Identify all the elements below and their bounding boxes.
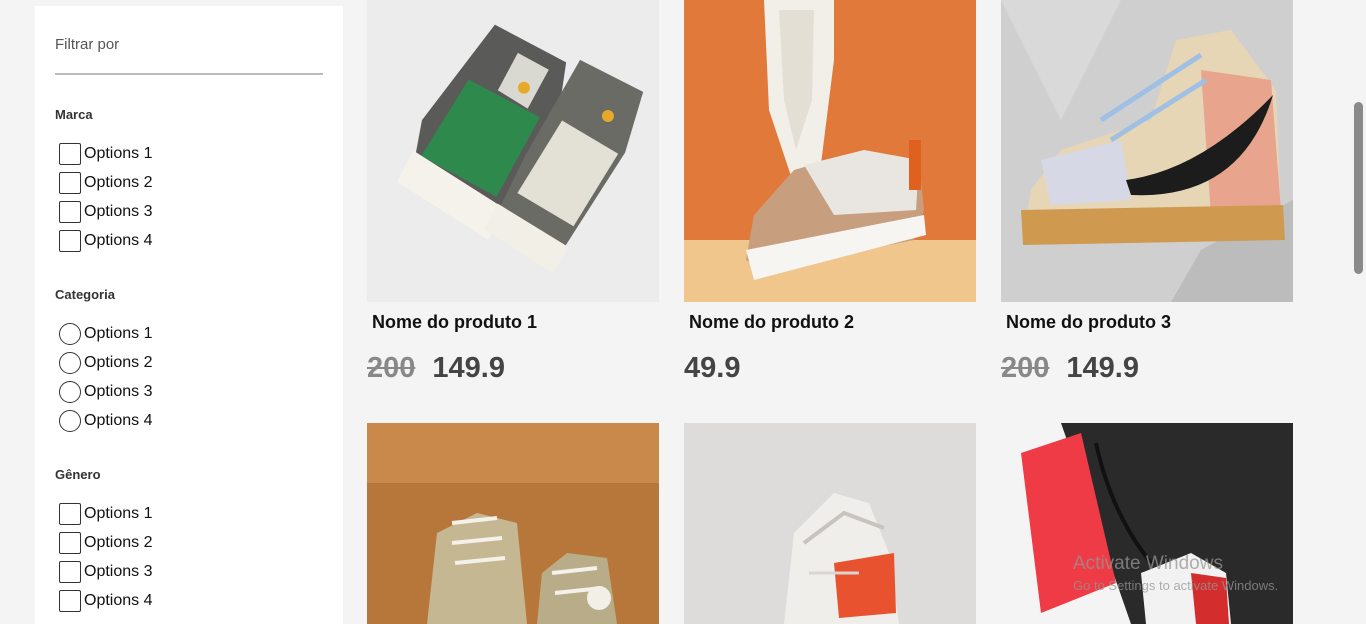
page: Filtrar por Marca Options 1 Options 2 Op… xyxy=(0,0,1366,624)
marca-option-1[interactable]: Options 1 xyxy=(59,139,323,168)
option-label: Options 4 xyxy=(84,231,153,249)
option-label: Options 1 xyxy=(84,504,153,522)
checkbox[interactable] xyxy=(59,171,81,194)
old-price: 200 xyxy=(367,352,416,384)
product-name[interactable]: Nome do produto 3 xyxy=(1006,312,1293,334)
checkbox[interactable] xyxy=(59,589,81,612)
product-card-2[interactable]: Nome do produto 2 49.9 xyxy=(684,0,976,385)
watermark-subtitle: Go to Settings to activate Windows. xyxy=(1073,578,1279,593)
watermark-title: Activate Windows xyxy=(1073,553,1223,574)
current-price: 149.9 xyxy=(1066,352,1139,384)
product-image-1[interactable] xyxy=(367,0,659,302)
categoria-option-1[interactable]: Options 1 xyxy=(59,319,323,348)
windows-activation-watermark: Activate Windows Go to Settings to activ… xyxy=(1073,553,1278,593)
checkbox[interactable] xyxy=(59,502,81,525)
product-card-4[interactable] xyxy=(367,423,659,624)
radio-button[interactable] xyxy=(59,351,81,374)
option-label: Options 3 xyxy=(84,382,153,400)
filter-group-title-categoria: Categoria xyxy=(55,287,115,302)
price-row: 200 149.9 xyxy=(1001,352,1293,385)
marca-option-3[interactable]: Options 3 xyxy=(59,197,323,226)
genero-option-1[interactable]: Options 1 xyxy=(59,499,323,528)
product-image-2[interactable] xyxy=(684,0,976,302)
marca-option-2[interactable]: Options 2 xyxy=(59,168,323,197)
checkbox[interactable] xyxy=(59,531,81,554)
checkbox[interactable] xyxy=(59,560,81,583)
product-card-3[interactable]: Nome do produto 3 200 149.9 xyxy=(1001,0,1293,385)
price-row: 200 149.9 xyxy=(367,352,659,385)
checkbox[interactable] xyxy=(59,142,81,165)
option-label: Options 2 xyxy=(84,533,153,551)
radio-button[interactable] xyxy=(59,380,81,403)
current-price: 49.9 xyxy=(684,352,741,384)
filter-group-title-genero: Gênero xyxy=(55,467,101,482)
product-name[interactable]: Nome do produto 2 xyxy=(689,312,976,334)
radio-button[interactable] xyxy=(59,322,81,345)
scrollbar-thumb[interactable] xyxy=(1354,102,1363,274)
product-image-5[interactable] xyxy=(684,423,976,624)
option-label: Options 1 xyxy=(84,324,153,342)
current-price: 149.9 xyxy=(432,352,505,384)
product-name[interactable]: Nome do produto 1 xyxy=(372,312,659,334)
categoria-option-2[interactable]: Options 2 xyxy=(59,348,323,377)
radio-button[interactable] xyxy=(59,409,81,432)
option-label: Options 1 xyxy=(84,144,153,162)
old-price: 200 xyxy=(1001,352,1050,384)
option-label: Options 2 xyxy=(84,353,153,371)
filter-title: Filtrar por xyxy=(55,36,323,75)
option-label: Options 3 xyxy=(84,202,153,220)
categoria-option-4[interactable]: Options 4 xyxy=(59,406,323,435)
genero-option-3[interactable]: Options 3 xyxy=(59,557,323,586)
genero-option-2[interactable]: Options 2 xyxy=(59,528,323,557)
product-image-6[interactable] xyxy=(1001,423,1293,624)
product-image-4[interactable] xyxy=(367,423,659,624)
price-row: 49.9 xyxy=(684,352,976,385)
option-label: Options 4 xyxy=(84,591,153,609)
product-image-3[interactable] xyxy=(1001,0,1293,302)
product-card-5[interactable] xyxy=(684,423,976,624)
product-card-6[interactable] xyxy=(1001,423,1293,624)
categoria-option-3[interactable]: Options 3 xyxy=(59,377,323,406)
vertical-scrollbar[interactable] xyxy=(1351,0,1366,624)
genero-option-4[interactable]: Options 4 xyxy=(59,586,323,615)
product-card-1[interactable]: Nome do produto 1 200 149.9 xyxy=(367,0,659,385)
filter-sidebar: Filtrar por Marca Options 1 Options 2 Op… xyxy=(35,6,343,624)
filter-group-title-marca: Marca xyxy=(55,107,93,122)
marca-option-4[interactable]: Options 4 xyxy=(59,226,323,255)
checkbox[interactable] xyxy=(59,229,81,252)
option-label: Options 4 xyxy=(84,411,153,429)
checkbox[interactable] xyxy=(59,200,81,223)
option-label: Options 3 xyxy=(84,562,153,580)
option-label: Options 2 xyxy=(84,173,153,191)
